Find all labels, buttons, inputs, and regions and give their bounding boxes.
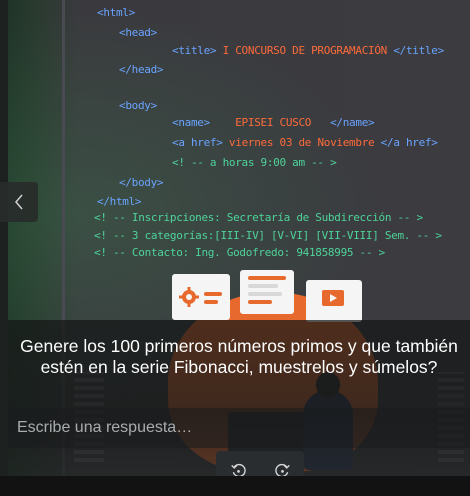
code-html-close: </html> <box>97 195 142 208</box>
code-a-close: </a href> <box>380 136 438 149</box>
event-date: viernes 03 de Noviembre <box>228 136 375 149</box>
code-html-open: <html> <box>97 6 135 19</box>
play-icon <box>322 290 344 306</box>
code-title-line: <title> I CONCURSO DE PROGRAMACIÓN </tit… <box>172 44 444 57</box>
code-a-open: <a href> <box>172 136 223 149</box>
chevron-left-icon <box>15 194 23 210</box>
organizer-name: EPISEI CUSCO <box>235 116 312 129</box>
contest-title: I CONCURSO DE PROGRAMACIÓN <box>222 44 388 57</box>
event-time: <! -- a horas 9:00 am -- > <box>172 156 337 169</box>
code-name-line: <name> EPISEI CUSCO </name> <box>172 116 375 129</box>
code-name-close: </name> <box>330 116 375 129</box>
bottom-bar <box>0 476 470 496</box>
registration-info: <! -- Inscripciones: Secretaría de Subdi… <box>94 211 423 224</box>
code-title-open: <title> <box>172 44 217 57</box>
question-text: Genere los 100 primeros números primos y… <box>20 336 458 377</box>
code-name-open: <name> <box>172 116 210 129</box>
video-card <box>306 280 362 322</box>
settings-card <box>172 274 230 320</box>
answer-input[interactable] <box>8 408 470 448</box>
gear-icon <box>179 287 199 307</box>
code-date-line: <a href> viernes 03 de Noviembre </a hre… <box>172 136 438 149</box>
code-body-open: <body> <box>119 99 157 112</box>
previous-image-button[interactable] <box>0 182 38 222</box>
code-head-close: </head> <box>119 63 164 76</box>
image-viewer: <html> <head> <title> I CONCURSO DE PROG… <box>0 0 470 496</box>
left-strip <box>0 0 8 496</box>
code-head-open: <head> <box>119 26 157 39</box>
contact-info: <! -- Contacto: Ing. Godofredo: 94185899… <box>94 246 385 259</box>
answer-field-container <box>8 408 470 448</box>
code-body-close: </body> <box>119 176 164 189</box>
document-card <box>240 270 294 314</box>
categories-info: <! -- 3 categorías:[III-IV] [V-VI] [VII-… <box>94 229 442 242</box>
code-title-close: </title> <box>393 44 444 57</box>
